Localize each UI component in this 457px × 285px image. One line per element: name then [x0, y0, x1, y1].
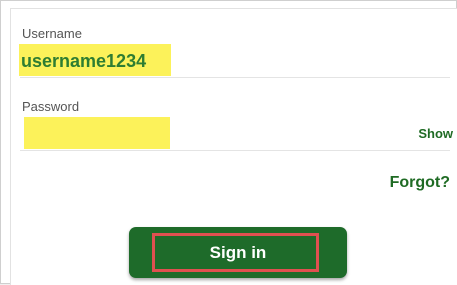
login-frame: Username username1234 Password Show Forg…	[0, 0, 457, 285]
username-label: Username	[22, 26, 82, 41]
password-divider	[20, 150, 450, 151]
sign-in-label: Sign in	[209, 243, 267, 262]
password-label: Password	[22, 99, 80, 114]
username-divider	[20, 77, 450, 78]
username-field[interactable]: username1234	[19, 44, 171, 76]
show-password-link[interactable]: Show	[418, 126, 453, 141]
sign-in-button[interactable]: Sign in	[129, 227, 347, 278]
login-form: Username username1234 Password Show Forg…	[10, 8, 457, 285]
forgot-password-link[interactable]: Forgot?	[390, 174, 450, 192]
password-field[interactable]	[24, 117, 170, 149]
